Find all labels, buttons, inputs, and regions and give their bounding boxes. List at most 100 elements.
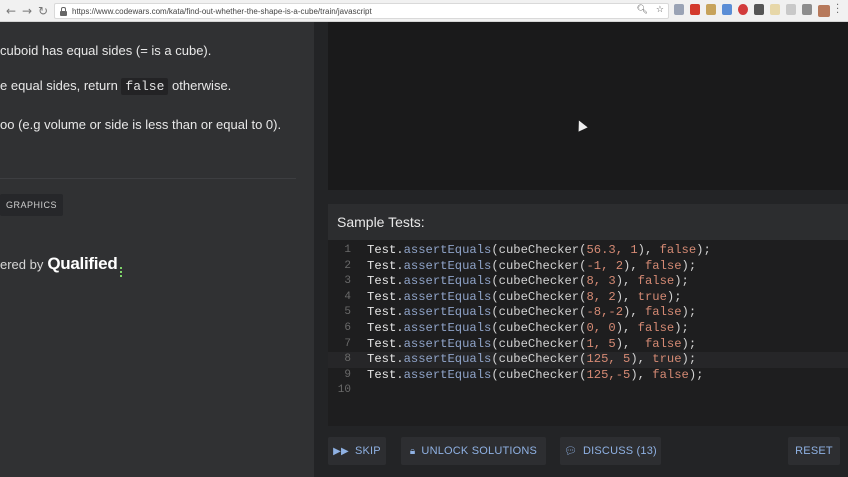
code-text: Test.assertEquals(cubeChecker(125, 5), t… <box>367 352 696 368</box>
code-line[interactable]: 2 Test.assertEquals(cubeChecker(-1, 2), f… <box>328 259 848 275</box>
code-token: ); <box>688 367 704 382</box>
code-token: true <box>637 289 667 304</box>
code-token: 8, 3 <box>586 274 616 289</box>
address-bar[interactable]: https://www.codewars.com/kata/find-out-w… <box>54 3 669 19</box>
code-line[interactable]: 8 Test.assertEquals(cubeChecker(125, 5), … <box>328 352 848 368</box>
profile-avatar[interactable] <box>818 5 830 17</box>
line-number: 6 <box>344 322 351 334</box>
code-token: ); <box>681 336 697 351</box>
line-number: 9 <box>344 368 351 381</box>
bookmark-star-icon[interactable]: ☆ <box>656 5 664 15</box>
code-token: ), <box>630 352 653 367</box>
code-token: . <box>396 321 404 335</box>
fast-forward-icon: ▶▶ <box>333 445 349 457</box>
extension-icon[interactable] <box>802 4 812 15</box>
solution-editor[interactable] <box>328 22 848 190</box>
code-token: . <box>396 258 404 273</box>
code-line[interactable]: 3 Test.assertEquals(cubeChecker(8, 3), fa… <box>328 274 848 290</box>
sample-tests-editor[interactable]: 1 Test.assertEquals(cubeChecker(56.3, 1),… <box>328 240 848 426</box>
unlock-solutions-button[interactable]: 🔒︎ UNLOCK SOLUTIONS <box>401 437 546 465</box>
code-text: Test.assertEquals(cubeChecker(8, 2), tru… <box>367 290 682 306</box>
code-token: 8, 2 <box>586 289 616 304</box>
discuss-button[interactable]: 💬︎ DISCUSS (13) <box>560 437 661 465</box>
editor-panel: Sample Tests: 1 Test.assertEquals(cubeChe… <box>314 22 848 477</box>
code-token: . <box>396 352 404 367</box>
code-token: Test <box>367 289 397 304</box>
skip-button[interactable]: ▶▶ SKIP <box>328 437 386 465</box>
browser-menu-icon[interactable]: · · · <box>836 1 839 19</box>
code-token: . <box>396 336 404 351</box>
code-line[interactable]: 1 Test.assertEquals(cubeChecker(56.3, 1),… <box>328 243 848 259</box>
code-token: Test <box>367 243 397 257</box>
skip-label: SKIP <box>354 445 381 457</box>
code-token: (cubeChecker( <box>491 243 587 257</box>
extension-icon[interactable] <box>754 4 764 15</box>
code-token: ); <box>674 321 689 335</box>
extension-icon[interactable] <box>690 4 700 15</box>
code-token: ); <box>681 352 697 367</box>
secure-lock-icon <box>59 6 68 16</box>
code-text: Test.assertEquals(cubeChecker(1, 5), fal… <box>367 337 696 353</box>
code-token: . <box>396 367 404 382</box>
code-token: . <box>396 243 404 257</box>
code-token: 0, 0 <box>586 321 616 335</box>
extension-icon[interactable] <box>786 4 796 15</box>
code-token: ), <box>615 274 638 289</box>
extension-icon[interactable] <box>706 4 716 15</box>
extension-icon[interactable] <box>674 4 684 15</box>
code-token: 56.3, 1 <box>586 243 638 257</box>
code-token: 1, 5 <box>586 336 616 351</box>
code-token: Test <box>367 321 397 335</box>
code-line[interactable]: 10 <box>328 383 848 399</box>
line-number: 10 <box>337 384 351 397</box>
extension-icon[interactable] <box>722 4 732 15</box>
description-text: e equal sides, return <box>0 78 122 93</box>
line-number: 3 <box>344 275 351 288</box>
powered-by-qualified[interactable]: ered by Qualified <box>0 254 123 277</box>
divider <box>0 178 296 179</box>
extension-icon[interactable] <box>770 4 780 15</box>
code-token: Test <box>367 336 397 351</box>
code-token: ); <box>674 274 689 289</box>
code-token: assertEquals <box>403 321 492 335</box>
code-token: (cubeChecker( <box>491 274 587 289</box>
sample-tests-header: Sample Tests: <box>328 204 848 240</box>
code-token: Test <box>367 367 397 382</box>
line-number: 1 <box>344 244 351 256</box>
code-token: (cubeChecker( <box>491 289 587 304</box>
code-token: -8,-2 <box>586 305 624 320</box>
code-line[interactable]: 9 Test.assertEquals(cubeChecker(125,-5), … <box>328 368 848 384</box>
zoom-icon[interactable]: 🔍︎ <box>636 5 647 15</box>
code-token: false <box>644 336 682 351</box>
reload-icon[interactable]: ↻ <box>34 2 52 20</box>
reset-button[interactable]: RESET <box>788 437 840 465</box>
code-token: Test <box>367 274 397 289</box>
line-number: 7 <box>344 337 351 350</box>
extension-icon[interactable] <box>738 4 748 15</box>
code-token: Test <box>367 258 397 273</box>
code-token: (cubeChecker( <box>491 367 587 382</box>
qualified-logo-mark <box>120 267 123 277</box>
code-token: assertEquals <box>403 336 492 351</box>
code-token: true <box>652 352 682 367</box>
code-line[interactable]: 5 Test.assertEquals(cubeChecker(-8,-2), f… <box>328 305 848 321</box>
code-token: (cubeChecker( <box>491 305 587 320</box>
tag-graphics[interactable]: GRAPHICS <box>0 194 64 216</box>
code-token: (cubeChecker( <box>491 321 587 335</box>
code-token: Test <box>367 352 397 367</box>
code-text: Test.assertEquals(cubeChecker(-8,-2), fa… <box>367 305 696 321</box>
code-line[interactable]: 7 Test.assertEquals(cubeChecker(1, 5), fa… <box>328 337 848 353</box>
code-token: 125, 5 <box>586 352 631 367</box>
code-token: -1, 2 <box>586 258 624 273</box>
discuss-label: DISCUSS (13) <box>582 445 657 457</box>
line-number: 2 <box>344 259 351 272</box>
code-text: Test.assertEquals(cubeChecker(-1, 2), fa… <box>367 259 696 275</box>
code-line[interactable]: 4 Test.assertEquals(cubeChecker(8, 2), tr… <box>328 290 848 306</box>
code-line[interactable]: 6 Test.assertEquals(cubeChecker(0, 0), fa… <box>328 321 848 337</box>
code-token: false <box>644 258 682 273</box>
chat-bubble-icon: 💬︎ <box>564 445 577 457</box>
code-text: Test.assertEquals(cubeChecker(0, 0), fal… <box>367 321 689 337</box>
code-token: assertEquals <box>403 274 492 289</box>
code-token: (cubeChecker( <box>491 336 587 351</box>
line-number: 4 <box>344 290 351 303</box>
